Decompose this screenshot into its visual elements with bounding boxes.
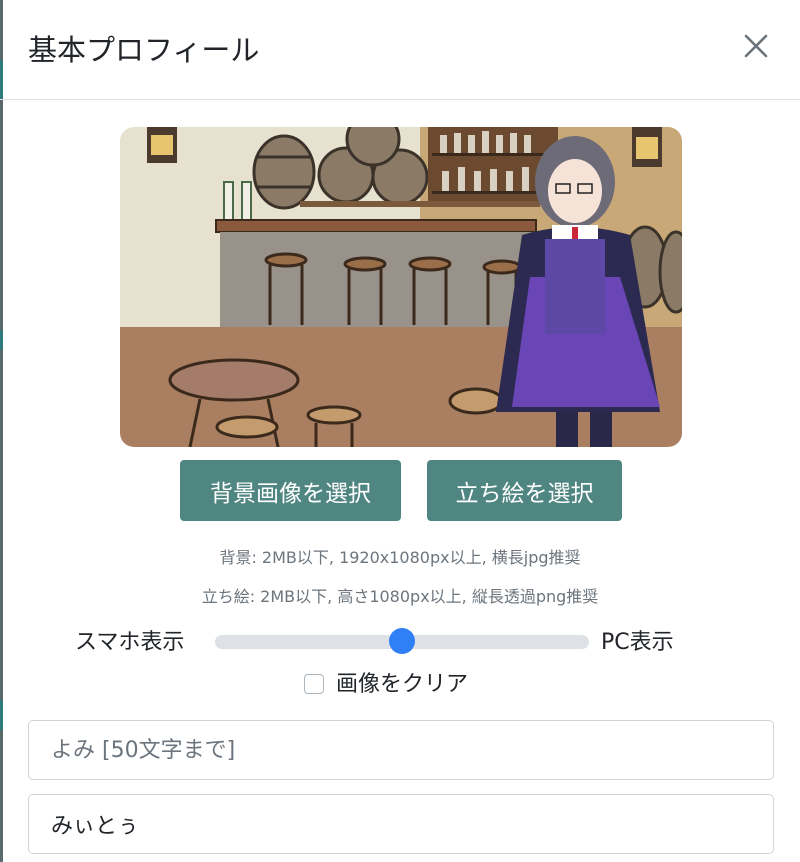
slider-thumb[interactable] (389, 628, 415, 654)
background-requirements-note: 背景: 2MB以下, 1920x1080px以上, 横長jpg推奨 (219, 548, 581, 567)
bar-scene-illustration (120, 127, 682, 447)
clear-image-checkbox[interactable] (304, 674, 324, 694)
name-field[interactable] (28, 794, 774, 854)
clear-image-label[interactable]: 画像をクリア (336, 670, 468, 700)
standing-image-requirements-note: 立ち絵: 2MB以下, 高さ1080px以上, 縦長透過png推奨 (201, 587, 599, 606)
slider-label-smartphone: スマホ表示 (75, 630, 185, 655)
backdrop-edge (0, 0, 3, 862)
reading-input[interactable] (29, 721, 773, 779)
modal-header: 基本プロフィール (0, 0, 800, 100)
modal-title: 基本プロフィール (28, 33, 260, 67)
select-background-button[interactable]: 背景画像を選択 (180, 460, 401, 521)
profile-preview-image (120, 127, 682, 447)
close-icon (744, 34, 768, 58)
close-button[interactable] (738, 28, 774, 64)
slider-label-pc: PC表示 (601, 630, 674, 655)
reading-field[interactable] (28, 720, 774, 780)
name-input[interactable] (29, 795, 773, 853)
select-standing-image-button[interactable]: 立ち絵を選択 (427, 460, 622, 521)
